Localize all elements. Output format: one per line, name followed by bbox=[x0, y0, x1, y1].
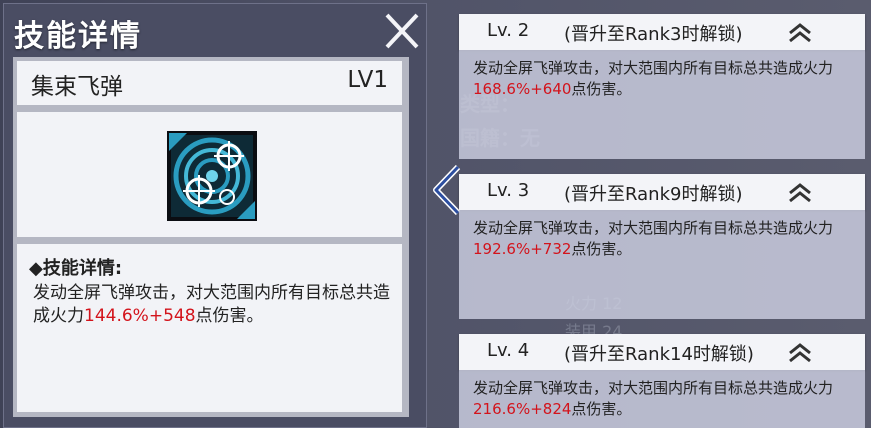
level-desc-percent: 216.6% bbox=[473, 400, 531, 418]
level-desc-flat: 824 bbox=[542, 400, 572, 418]
level-label: Lv. 3 bbox=[487, 180, 530, 201]
level-label: Lv. 4 bbox=[487, 340, 530, 361]
level-card-header[interactable]: Lv. 4 (晋升至Rank14时解锁) bbox=[459, 334, 865, 370]
level-desc-plus: + bbox=[530, 240, 543, 258]
level-description: 发动全屏飞弹攻击，对大范围内所有目标总共造成火力 192.6%+732点伤害。 bbox=[473, 218, 858, 260]
unlock-condition: (晋升至Rank14时解锁) bbox=[564, 344, 754, 365]
level-desc-prefix: 发动全屏飞弹攻击，对大范围内所有目标总共造成火力 bbox=[473, 379, 834, 397]
skill-icon-box bbox=[17, 112, 402, 237]
level-description: 发动全屏飞弹攻击，对大范围内所有目标总共造成火力 168.6%+640点伤害。 bbox=[473, 58, 858, 100]
level-desc-flat: 732 bbox=[542, 240, 572, 258]
level-desc-suffix: 点伤害。 bbox=[571, 400, 632, 418]
desc-plus: + bbox=[148, 306, 164, 326]
double-chevron-up-icon[interactable] bbox=[787, 342, 813, 364]
level-card-header[interactable]: Lv. 2 (晋升至Rank3时解锁) bbox=[459, 14, 865, 50]
level-label: Lv. 2 bbox=[487, 20, 530, 41]
level-desc-plus: + bbox=[530, 400, 543, 418]
desc-suffix: 点伤害。 bbox=[195, 306, 264, 326]
level-card: Lv. 2 (晋升至Rank3时解锁) 发动全屏飞弹攻击，对大范围内所有目标总共… bbox=[459, 14, 865, 159]
skill-name-bar: 集束飞弹 LV1 bbox=[17, 61, 402, 105]
double-chevron-up-icon[interactable] bbox=[787, 22, 813, 44]
level-desc-suffix: 点伤害。 bbox=[571, 240, 632, 258]
level-desc-flat: 640 bbox=[542, 80, 572, 98]
unlock-condition: (晋升至Rank9时解锁) bbox=[564, 184, 743, 205]
unlock-condition: (晋升至Rank3时解锁) bbox=[564, 24, 743, 45]
level-description: 发动全屏飞弹攻击，对大范围内所有目标总共造成火力 216.6%+824点伤害。 bbox=[473, 378, 858, 420]
level-card-body: 发动全屏飞弹攻击，对大范围内所有目标总共造成火力 192.6%+732点伤害。 bbox=[459, 210, 865, 319]
level-desc-prefix: 发动全屏飞弹攻击，对大范围内所有目标总共造成火力 bbox=[473, 59, 834, 77]
skill-level: LV1 bbox=[347, 67, 388, 93]
chevron-left-icon[interactable] bbox=[432, 165, 462, 215]
desc-percent: 144.6% bbox=[84, 306, 149, 326]
skill-description: 发动全屏飞弹攻击，对大范围内所有目标总共造成火力144.6%+548点伤害。 bbox=[33, 282, 393, 328]
double-chevron-up-icon[interactable] bbox=[787, 182, 813, 204]
panel-title: 技能详情 bbox=[14, 19, 142, 54]
close-x-icon[interactable] bbox=[381, 10, 423, 52]
level-desc-plus: + bbox=[530, 80, 543, 98]
level-card: Lv. 4 (晋升至Rank14时解锁) 发动全屏飞弹攻击，对大范围内所有目标总… bbox=[459, 334, 865, 428]
level-card: Lv. 3 (晋升至Rank9时解锁) 发动全屏飞弹攻击，对大范围内所有目标总共… bbox=[459, 174, 865, 319]
multi-target-reticle-icon bbox=[167, 131, 257, 221]
level-card-body: 发动全屏飞弹攻击，对大范围内所有目标总共造成火力 216.6%+824点伤害。 bbox=[459, 370, 865, 428]
level-desc-prefix: 发动全屏飞弹攻击，对大范围内所有目标总共造成火力 bbox=[473, 219, 834, 237]
level-desc-suffix: 点伤害。 bbox=[571, 80, 632, 98]
level-desc-percent: 168.6% bbox=[473, 80, 531, 98]
level-card-body: 发动全屏飞弹攻击，对大范围内所有目标总共造成火力 168.6%+640点伤害。 bbox=[459, 50, 865, 159]
skill-name: 集束飞弹 bbox=[31, 74, 123, 100]
description-header: ◆技能详情: bbox=[29, 258, 123, 279]
skill-description-box: ◆技能详情: 发动全屏飞弹攻击，对大范围内所有目标总共造成火力144.6%+54… bbox=[17, 244, 402, 412]
level-card-header[interactable]: Lv. 3 (晋升至Rank9时解锁) bbox=[459, 174, 865, 210]
level-desc-percent: 192.6% bbox=[473, 240, 531, 258]
desc-flat: 548 bbox=[163, 306, 196, 326]
